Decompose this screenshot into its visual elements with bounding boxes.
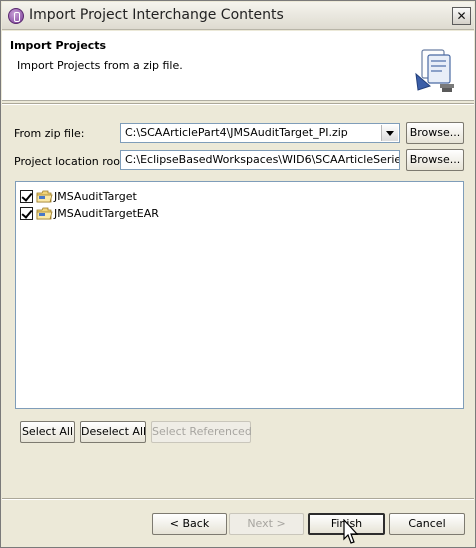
project-checkbox[interactable] [20,207,33,220]
wizard-banner: Import Projects Import Projects from a z… [2,31,474,101]
page-heading: Import Projects [10,39,107,52]
app-icon [8,8,24,24]
footer-separator [2,498,474,500]
close-button[interactable]: ✕ [452,7,471,25]
location-browse-button[interactable]: Browse... [406,149,464,171]
dialog-window: Import Project Interchange Contents ✕ Im… [0,0,476,548]
project-folder-icon [36,207,53,220]
select-all-button[interactable]: Select All [20,421,75,443]
zip-file-value: C:\SCAArticlePart4\JMSAuditTarget_PI.zip [125,126,348,139]
zip-file-combo[interactable]: C:\SCAArticlePart4\JMSAuditTarget_PI.zip [120,123,400,143]
cancel-button[interactable]: Cancel [389,513,465,535]
project-label: JMSAuditTargetEAR [54,207,159,220]
next-button[interactable]: Next > [229,513,304,535]
zip-file-label: From zip file: [14,127,85,140]
import-wizard-icon [415,49,454,92]
project-label: JMSAuditTarget [54,190,137,203]
deselect-all-button[interactable]: Deselect All [80,421,146,443]
project-checkbox[interactable] [20,190,33,203]
mouse-pointer-icon [343,519,359,544]
title-bar[interactable]: Import Project Interchange Contents ✕ [2,2,474,30]
location-root-label: Project location root: [14,155,129,168]
page-description: Import Projects from a zip file. [17,59,183,72]
location-root-field[interactable]: C:\EclipseBasedWorkspaces\WID6\SCAArticl… [120,150,400,170]
zip-browse-button[interactable]: Browse... [406,122,464,144]
chevron-down-icon[interactable] [381,125,398,141]
project-folder-icon [36,190,53,203]
banner-separator [2,103,474,105]
project-list[interactable]: JMSAuditTarget JMSAuditTargetEAR [15,181,464,409]
back-button[interactable]: < Back [152,513,227,535]
window-title: Import Project Interchange Contents [29,7,284,23]
select-referenced-button[interactable]: Select Referenced [151,421,252,443]
